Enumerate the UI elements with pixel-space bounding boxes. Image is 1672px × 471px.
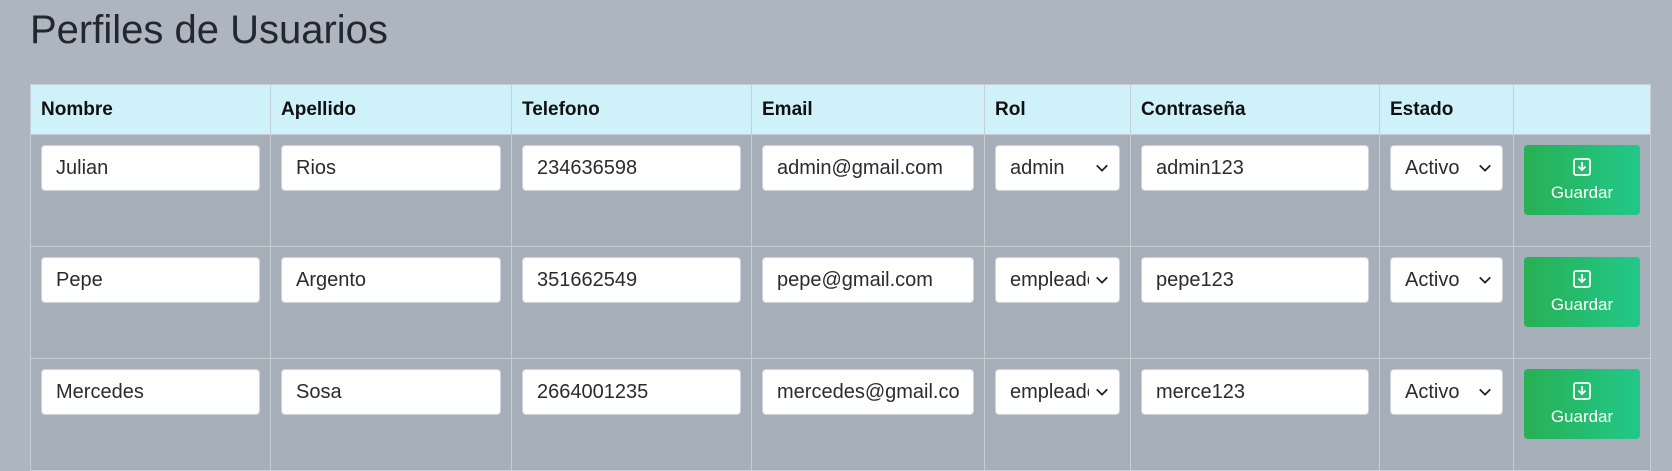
nombre-input[interactable] xyxy=(41,369,260,415)
table-header-row: Nombre Apellido Telefono Email Rol Contr… xyxy=(30,84,1651,135)
contrasena-input[interactable] xyxy=(1141,145,1369,191)
users-table: Nombre Apellido Telefono Email Rol Contr… xyxy=(30,84,1651,471)
cell-rol: empleado xyxy=(984,358,1131,471)
nombre-input[interactable] xyxy=(41,257,260,303)
cell-nombre xyxy=(30,358,271,471)
email-input[interactable] xyxy=(762,369,974,415)
column-header-apellido: Apellido xyxy=(270,84,512,135)
rol-select[interactable]: empleado xyxy=(995,257,1120,303)
chevron-down-icon xyxy=(1479,276,1491,284)
cell-rol: empleado xyxy=(984,246,1131,359)
table-row: empleado Activo Guardar xyxy=(30,246,1651,359)
cell-telefono xyxy=(511,246,752,359)
cell-email xyxy=(751,246,985,359)
apellido-input[interactable] xyxy=(281,257,501,303)
cell-actions: Guardar xyxy=(1513,246,1651,359)
estado-select[interactable]: Activo xyxy=(1390,257,1503,303)
cell-email xyxy=(751,358,985,471)
estado-select-value: Activo xyxy=(1405,268,1460,291)
cell-estado: Activo xyxy=(1379,358,1514,471)
download-save-icon xyxy=(1573,382,1591,400)
cell-email xyxy=(751,134,985,247)
column-header-contrasena: Contraseña xyxy=(1130,84,1380,135)
apellido-input[interactable] xyxy=(281,145,501,191)
estado-select[interactable]: Activo xyxy=(1390,369,1503,415)
save-button[interactable]: Guardar xyxy=(1524,257,1640,327)
telefono-input[interactable] xyxy=(522,369,741,415)
download-save-icon xyxy=(1573,158,1591,176)
rol-select[interactable]: empleado xyxy=(995,369,1120,415)
save-button-label: Guardar xyxy=(1550,295,1614,314)
cell-actions: Guardar xyxy=(1513,134,1651,247)
chevron-down-icon xyxy=(1479,388,1491,396)
table-row: admin Activo Guardar xyxy=(30,134,1651,247)
chevron-down-icon xyxy=(1479,164,1491,172)
cell-rol: admin xyxy=(984,134,1131,247)
column-header-telefono: Telefono xyxy=(511,84,752,135)
email-input[interactable] xyxy=(762,145,974,191)
column-header-actions xyxy=(1513,84,1651,135)
telefono-input[interactable] xyxy=(522,257,741,303)
cell-apellido xyxy=(270,134,512,247)
cell-contrasena xyxy=(1130,134,1380,247)
table-row: empleado Activo Guardar xyxy=(30,358,1651,471)
cell-contrasena xyxy=(1130,246,1380,359)
nombre-input[interactable] xyxy=(41,145,260,191)
rol-select[interactable]: admin xyxy=(995,145,1120,191)
estado-select-value: Activo xyxy=(1405,156,1460,179)
cell-telefono xyxy=(511,134,752,247)
apellido-input[interactable] xyxy=(281,369,501,415)
save-button-label: Guardar xyxy=(1550,183,1614,202)
cell-nombre xyxy=(30,246,271,359)
column-header-estado: Estado xyxy=(1379,84,1514,135)
column-header-email: Email xyxy=(751,84,985,135)
column-header-nombre: Nombre xyxy=(30,84,271,135)
column-header-rol: Rol xyxy=(984,84,1131,135)
save-button[interactable]: Guardar xyxy=(1524,145,1640,215)
email-input[interactable] xyxy=(762,257,974,303)
save-button[interactable]: Guardar xyxy=(1524,369,1640,439)
cell-actions: Guardar xyxy=(1513,358,1651,471)
chevron-down-icon xyxy=(1096,276,1108,284)
download-save-icon xyxy=(1573,270,1591,288)
page-title: Perfiles de Usuarios xyxy=(30,8,388,52)
cell-estado: Activo xyxy=(1379,246,1514,359)
cell-apellido xyxy=(270,246,512,359)
contrasena-input[interactable] xyxy=(1141,257,1369,303)
chevron-down-icon xyxy=(1096,164,1108,172)
estado-select-value: Activo xyxy=(1405,380,1460,403)
rol-select-value: empleado xyxy=(1010,380,1089,403)
contrasena-input[interactable] xyxy=(1141,369,1369,415)
cell-contrasena xyxy=(1130,358,1380,471)
telefono-input[interactable] xyxy=(522,145,741,191)
rol-select-value: empleado xyxy=(1010,268,1089,291)
save-button-label: Guardar xyxy=(1550,407,1614,426)
rol-select-value: admin xyxy=(1010,156,1065,179)
cell-estado: Activo xyxy=(1379,134,1514,247)
cell-apellido xyxy=(270,358,512,471)
chevron-down-icon xyxy=(1096,388,1108,396)
estado-select[interactable]: Activo xyxy=(1390,145,1503,191)
cell-telefono xyxy=(511,358,752,471)
cell-nombre xyxy=(30,134,271,247)
